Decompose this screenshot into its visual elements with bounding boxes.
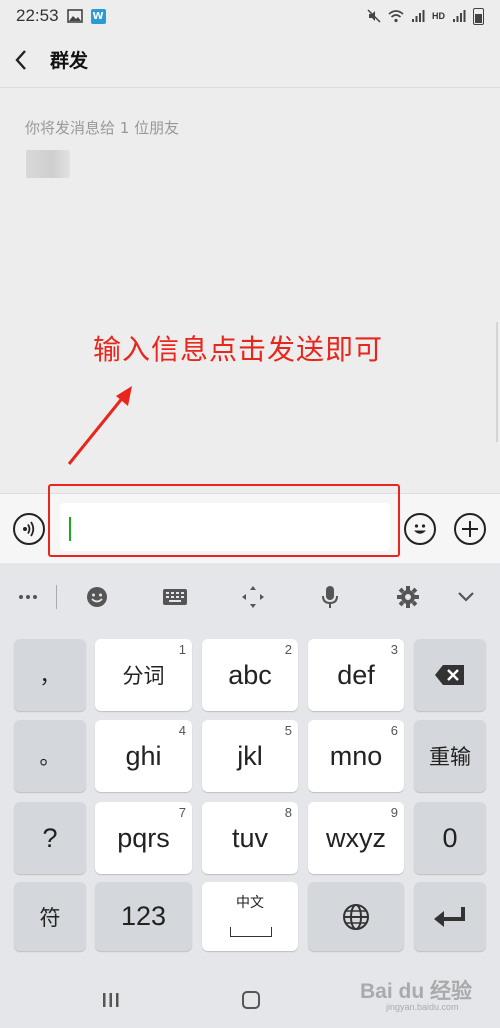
voice-icon bbox=[23, 521, 35, 537]
key-question[interactable]: ? bbox=[14, 802, 86, 874]
key-abc[interactable]: abc 2 bbox=[202, 639, 298, 711]
key-space-chinese[interactable]: 中文 bbox=[202, 882, 298, 951]
recipient-note: 你将发消息给 1 位朋友 bbox=[25, 119, 180, 137]
home-icon[interactable] bbox=[242, 991, 260, 1009]
key-enter[interactable] bbox=[414, 882, 486, 951]
key-comma[interactable]: ， bbox=[14, 639, 86, 711]
key-pqrs[interactable]: pqrs 7 bbox=[95, 802, 192, 874]
annotation-highlight-box bbox=[48, 484, 400, 557]
key-def[interactable]: def 3 bbox=[308, 639, 404, 711]
keyboard-icon[interactable] bbox=[162, 585, 188, 609]
annotation-text: 输入信息点击发送即可 bbox=[93, 333, 384, 366]
annotation-arrow-icon bbox=[67, 386, 132, 465]
recent-apps-icon[interactable] bbox=[102, 992, 120, 1008]
battery-icon bbox=[473, 7, 484, 25]
key-backspace[interactable] bbox=[414, 639, 486, 711]
space-bar-icon bbox=[230, 927, 272, 937]
key-reset[interactable]: 重输 bbox=[414, 720, 486, 792]
back-chevron-icon[interactable] bbox=[14, 49, 34, 71]
network-type-label: HD bbox=[432, 11, 445, 21]
keyboard: ， 分词 1 abc 2 def 3 。 ghi 4 jkl 5 mno 6 重输 ? pq… bbox=[0, 631, 500, 961]
watermark-brand: Bai du 经验 bbox=[360, 980, 473, 1003]
status-time: 22:53 bbox=[16, 6, 59, 25]
signal-icon bbox=[412, 10, 425, 22]
mute-icon bbox=[367, 9, 381, 23]
microphone-icon[interactable] bbox=[317, 585, 343, 609]
key-globe[interactable] bbox=[308, 882, 404, 951]
recipient-avatar bbox=[26, 150, 70, 178]
input-bar bbox=[0, 484, 500, 563]
key-123[interactable]: 123 bbox=[95, 882, 192, 951]
plus-button[interactable] bbox=[454, 513, 486, 545]
emoji-button[interactable] bbox=[404, 513, 436, 545]
backspace-icon bbox=[435, 665, 464, 685]
key-symbols[interactable]: 符 bbox=[14, 882, 86, 951]
more-dots-icon[interactable] bbox=[15, 585, 41, 609]
watermark-url: jingyan.baidu.com bbox=[386, 1002, 459, 1012]
status-bar: 22:53 W HD bbox=[0, 0, 500, 32]
gallery-icon bbox=[66, 9, 83, 23]
toolbar-divider bbox=[56, 585, 57, 609]
voice-button[interactable] bbox=[13, 513, 45, 545]
system-nav-bar: Bai du 经验 jingyan.baidu.com bbox=[0, 961, 500, 1028]
emoji-icon bbox=[414, 524, 426, 534]
emoji-face-icon[interactable] bbox=[84, 585, 110, 609]
keyboard-toolbar bbox=[0, 563, 500, 631]
key-mno[interactable]: mno 6 bbox=[308, 720, 404, 792]
cursor-move-icon[interactable] bbox=[240, 585, 266, 609]
header-bar: 群发 bbox=[0, 32, 500, 88]
collapse-chevron-icon[interactable] bbox=[453, 585, 479, 609]
key-zero[interactable]: 0 bbox=[414, 802, 486, 874]
plus-icon bbox=[462, 521, 478, 537]
settings-gear-icon[interactable] bbox=[395, 585, 421, 609]
space-key-label: 中文 bbox=[236, 895, 264, 911]
key-tuv[interactable]: tuv 8 bbox=[202, 802, 298, 874]
key-wxyz[interactable]: wxyz 9 bbox=[308, 802, 404, 874]
enter-icon bbox=[434, 906, 465, 927]
globe-icon bbox=[343, 903, 369, 930]
wifi-icon bbox=[388, 10, 404, 23]
key-fenci[interactable]: 分词 1 bbox=[95, 639, 192, 711]
scroll-indicator bbox=[496, 322, 498, 442]
app-badge-icon: W bbox=[90, 8, 106, 24]
signal-icon-2 bbox=[453, 10, 466, 22]
key-period[interactable]: 。 bbox=[14, 720, 86, 792]
page-title: 群发 bbox=[50, 50, 89, 72]
key-ghi[interactable]: ghi 4 bbox=[95, 720, 192, 792]
key-jkl[interactable]: jkl 5 bbox=[202, 720, 298, 792]
